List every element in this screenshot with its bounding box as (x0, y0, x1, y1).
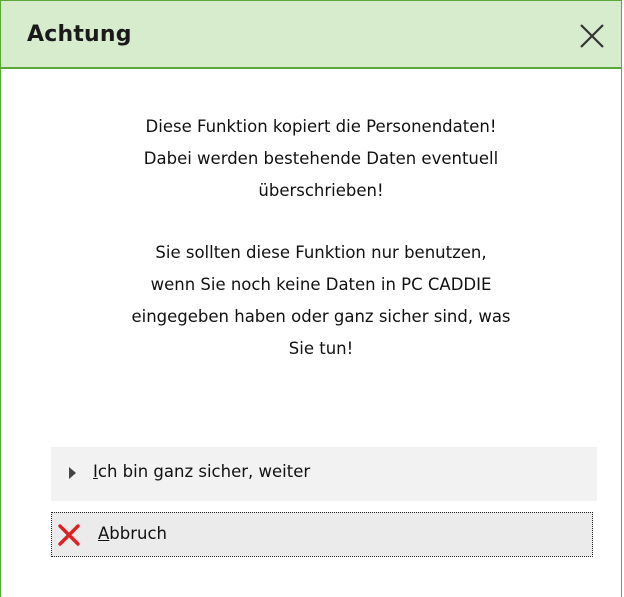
hotkey-letter: A (98, 524, 110, 543)
dialog-titlebar: Achtung (1, 1, 621, 69)
abort-label: Abbruch (98, 524, 167, 543)
dialog-message: Diese Funktion kopiert die Personendaten… (41, 111, 601, 365)
message-line: überschrieben! (258, 181, 384, 200)
message-line: Dabei werden bestehende Daten eventuell (143, 149, 499, 168)
close-button[interactable] (575, 19, 609, 53)
confirm-continue-label: Ich bin ganz sicher, weiter (93, 462, 310, 481)
label-text: bbruch (109, 524, 168, 543)
message-line: Sie sollten diese Funktion nur benutzen, (155, 243, 487, 262)
message-line: wenn Sie noch keine Daten in PC CADDIE (150, 275, 492, 294)
message-line: eingegeben haben oder ganz sicher sind, … (131, 307, 511, 326)
confirm-continue-button[interactable]: Ich bin ganz sicher, weiter (51, 447, 597, 501)
dialog-title: Achtung (27, 22, 132, 47)
alert-dialog: Achtung Diese Funktion kopiert die Perso… (0, 0, 622, 597)
triangle-right-icon (69, 467, 76, 479)
label-text: ch bin ganz sicher, weiter (97, 462, 311, 481)
message-line: Sie tun! (288, 339, 354, 358)
close-icon (580, 24, 604, 48)
red-x-icon (58, 524, 80, 546)
abort-button[interactable]: Abbruch (51, 512, 593, 557)
message-line: Diese Funktion kopiert die Personendaten… (145, 117, 497, 136)
